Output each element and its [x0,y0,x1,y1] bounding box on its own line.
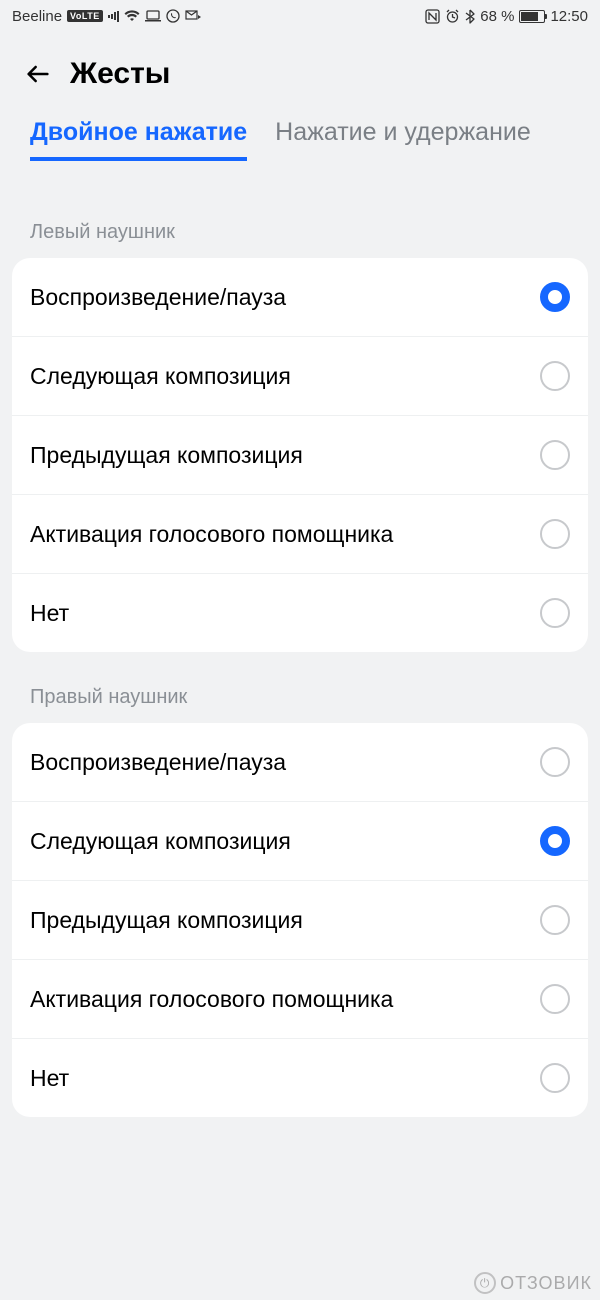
option-label: Активация голосового помощника [30,986,393,1013]
right-option-prev[interactable]: Предыдущая композиция [12,881,588,960]
radio-icon [540,1063,570,1093]
watermark-text: ОТЗОВИК [500,1273,592,1294]
option-label: Предыдущая композиция [30,907,303,934]
option-label: Нет [30,600,69,627]
right-option-none[interactable]: Нет [12,1039,588,1117]
radio-icon [540,826,570,856]
radio-icon [540,905,570,935]
left-option-none[interactable]: Нет [12,574,588,652]
laptop-icon [145,10,161,22]
tabs: Двойное нажатие Нажатие и удержание [0,108,600,161]
page-title: Жесты [70,57,170,91]
section-label-left: Левый наушник [0,161,600,258]
right-option-next[interactable]: Следующая композиция [12,802,588,881]
right-option-voice-assistant[interactable]: Активация голосового помощника [12,960,588,1039]
radio-icon [540,747,570,777]
option-label: Нет [30,1065,69,1092]
right-earbud-card: Воспроизведение/пауза Следующая композиц… [12,723,588,1117]
arrow-left-icon [24,60,52,88]
wifi-icon [124,10,140,22]
option-label: Следующая композиция [30,828,291,855]
alarm-icon [445,9,460,24]
radio-icon [540,361,570,391]
tab-press-hold[interactable]: Нажатие и удержание [275,118,531,161]
volte-badge: VoLTE [67,10,103,22]
back-button[interactable] [18,54,58,94]
option-label: Воспроизведение/пауза [30,749,286,776]
left-earbud-card: Воспроизведение/пауза Следующая композиц… [12,258,588,652]
nfc-icon [425,9,440,24]
left-option-prev[interactable]: Предыдущая композиция [12,416,588,495]
status-bar: Beeline VoLTE 68 % 12:50 [0,0,600,32]
header: Жесты [0,32,600,108]
radio-icon [540,598,570,628]
radio-icon [540,282,570,312]
watermark: ⏻ ОТЗОВИК [474,1272,592,1294]
option-label: Следующая композиция [30,363,291,390]
radio-icon [540,519,570,549]
radio-icon [540,440,570,470]
section-label-right: Правый наушник [0,652,600,723]
radio-icon [540,984,570,1014]
option-label: Активация голосового помощника [30,521,393,548]
mail-icon [185,10,201,22]
left-option-play-pause[interactable]: Воспроизведение/пауза [12,258,588,337]
battery-percent: 68 % [480,8,514,25]
left-option-next[interactable]: Следующая композиция [12,337,588,416]
status-right: 68 % 12:50 [425,8,588,25]
bluetooth-icon [465,9,475,24]
power-icon: ⏻ [474,1272,496,1294]
right-option-play-pause[interactable]: Воспроизведение/пауза [12,723,588,802]
option-label: Воспроизведение/пауза [30,284,286,311]
tab-double-tap[interactable]: Двойное нажатие [30,118,247,161]
status-left: Beeline VoLTE [12,8,201,25]
signal-icon [108,10,119,22]
whatsapp-icon [166,9,180,23]
carrier-label: Beeline [12,8,62,25]
clock-label: 12:50 [550,8,588,25]
option-label: Предыдущая композиция [30,442,303,469]
left-option-voice-assistant[interactable]: Активация голосового помощника [12,495,588,574]
battery-icon [519,10,545,23]
